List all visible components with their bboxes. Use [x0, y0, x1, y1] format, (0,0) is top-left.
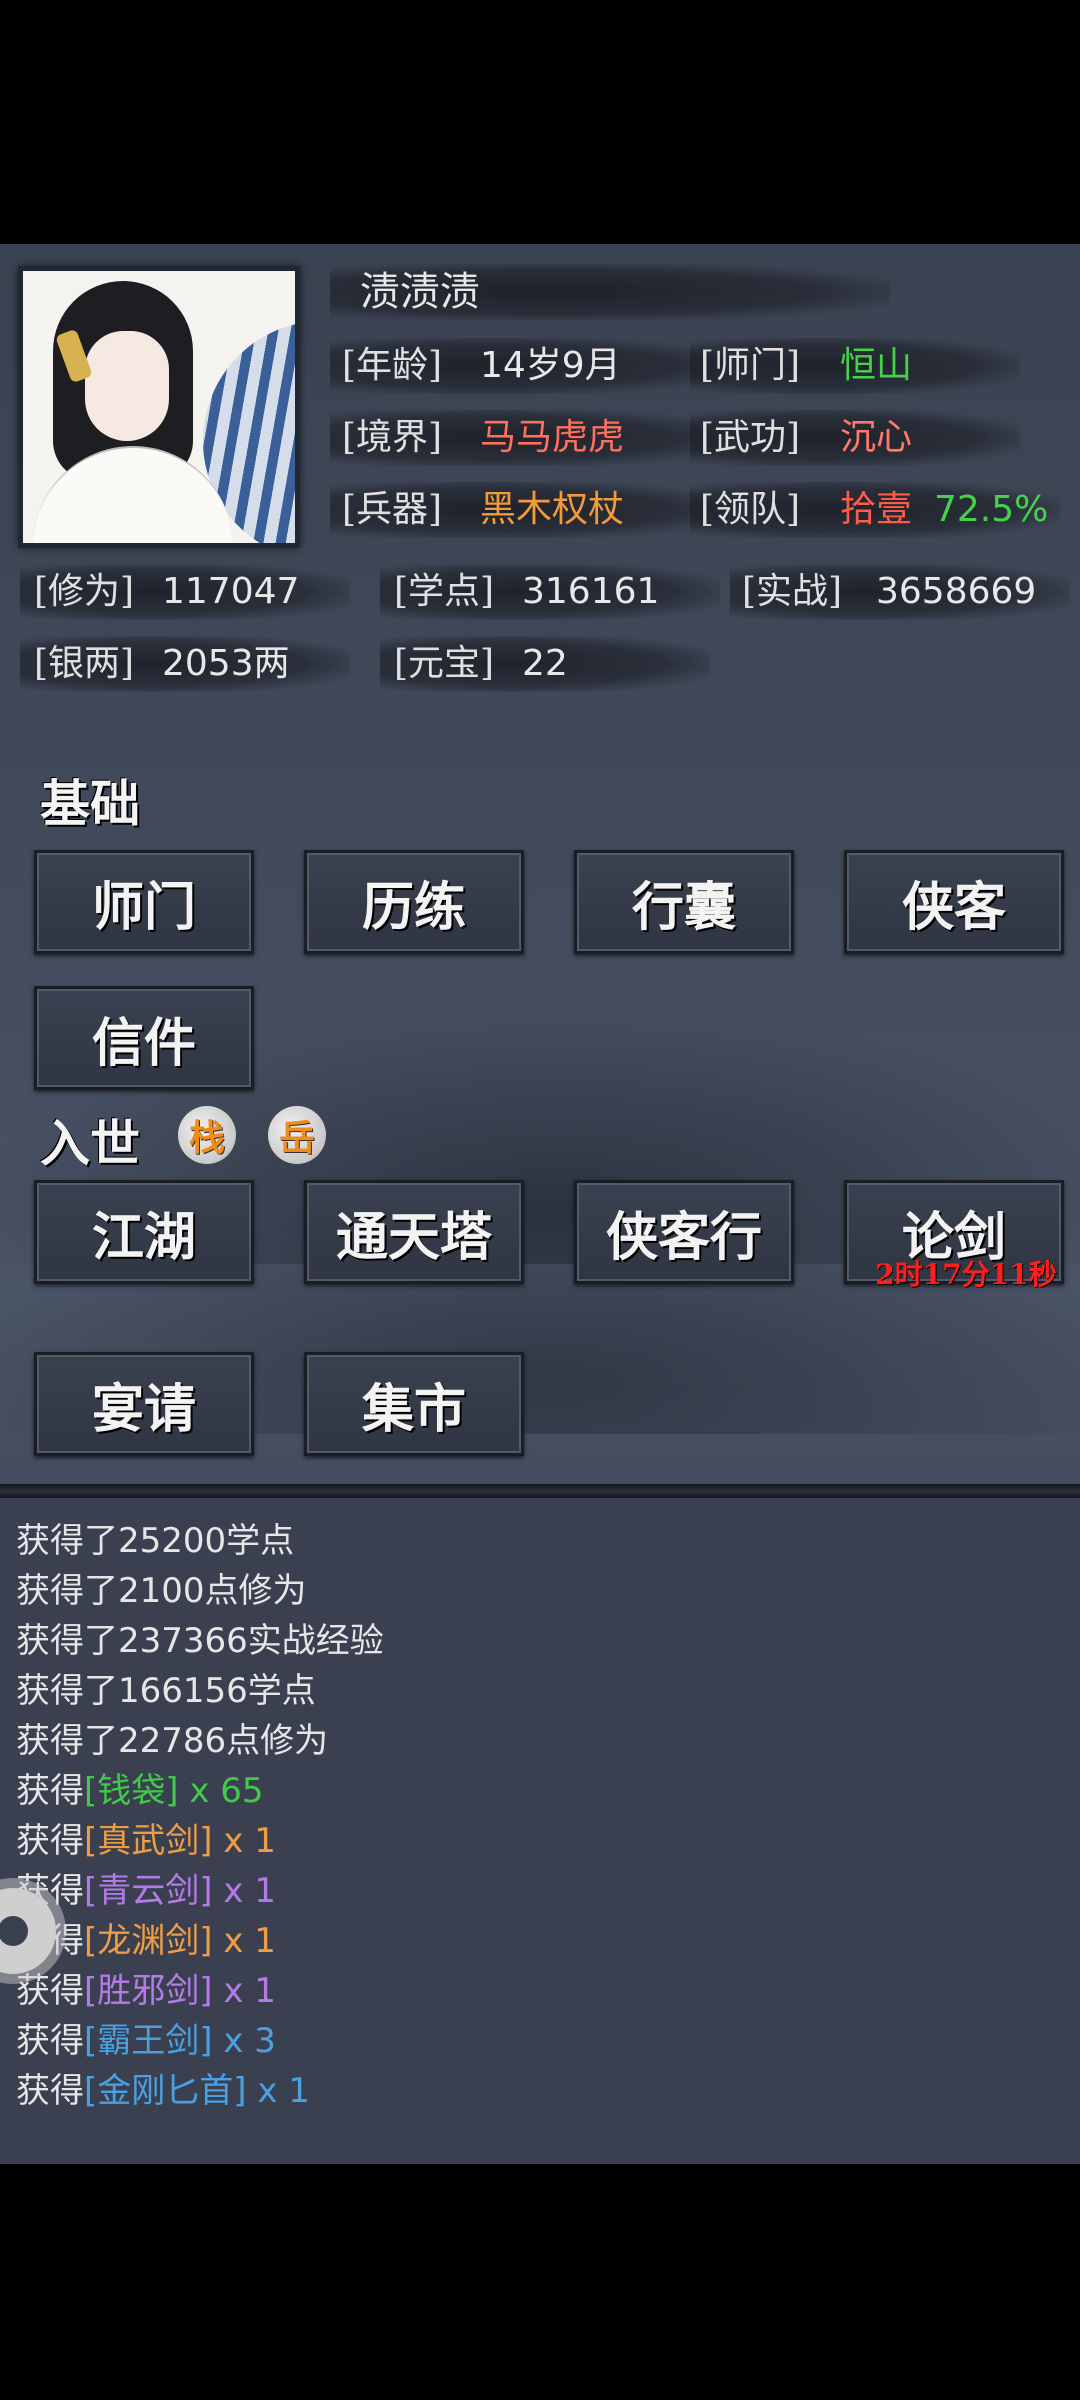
silver-label: [银两] [34, 643, 135, 684]
market-button[interactable]: 集市 [304, 1352, 524, 1456]
log-item-name[interactable]: [青云剑] [84, 1871, 213, 1911]
log-item-count: x 65 [178, 1771, 264, 1811]
log-item-name[interactable]: [真武剑] [84, 1821, 213, 1861]
panel-divider [0, 1484, 1080, 1498]
log-line: 获得[霸王剑] x 3 [16, 2016, 276, 2066]
character-portrait[interactable] [18, 266, 300, 548]
log-line: 获得[真武剑] x 1 [16, 1816, 276, 1866]
yue-badge-icon[interactable]: 岳 [268, 1106, 326, 1164]
log-text: 获得了2100点修为 [16, 1571, 307, 1611]
age-value: 14岁9月 [480, 345, 621, 386]
log-line: 获得[钱袋] x 65 [16, 1766, 264, 1816]
log-text: 获得了166156学点 [16, 1671, 316, 1711]
log-text: 获得了237366实战经验 [16, 1621, 384, 1661]
realm-label: [境界] [342, 417, 443, 458]
log-item-count: x 1 [212, 1971, 276, 2011]
sword-duel-timer: 2时17分11秒 [875, 1258, 1057, 1291]
game-screen: 渍渍渍 [年龄] 14岁9月 [师门] 恒山 [境界] 马马虎虎 [武功] 沉心… [0, 244, 1080, 2164]
banquet-button[interactable]: 宴请 [34, 1352, 254, 1456]
combat-exp-label: [实战] [742, 571, 843, 612]
age-label: [年龄] [342, 345, 443, 386]
inn-badge-icon[interactable]: 栈 [178, 1106, 236, 1164]
ingot-value: 22 [522, 643, 568, 684]
log-item-count: x 1 [246, 2071, 310, 2111]
log-text: 获得 [16, 1771, 84, 1811]
combat-exp-value: 3658669 [876, 571, 1037, 612]
tower-button[interactable]: 通天塔 [304, 1180, 524, 1284]
ingot-label: [元宝] [394, 643, 495, 684]
player-name: 渍渍渍 [360, 269, 480, 315]
study-points-label: [学点] [394, 571, 495, 612]
log-item-count: x 1 [212, 1921, 276, 1961]
section-title-basic: 基础 [40, 774, 140, 833]
reward-log[interactable]: 获得了25200学点 获得了2100点修为获得了237366实战经验 获得了1661… [0, 1498, 1080, 2164]
log-line: 获得了2100点修为 [16, 1566, 307, 1616]
cultivation-value: 117047 [162, 571, 300, 612]
log-line: 获得了25200学点 [16, 1516, 294, 1566]
log-item-name[interactable]: [胜邪剑] [84, 1971, 213, 2011]
leader-value: 拾壹 [840, 489, 913, 530]
log-item-count: x 3 [212, 2021, 276, 2061]
log-line: 获得了22786点修为 [16, 1716, 328, 1766]
log-item-name[interactable]: [霸王剑] [84, 2021, 213, 2061]
log-text: 获得 [16, 2021, 84, 2061]
realm-value: 马马虎虎 [480, 417, 625, 458]
weapon-label: [兵器] [342, 489, 443, 530]
leader-label: [领队] [700, 489, 801, 530]
log-text: 获得了25200学点 [16, 1521, 295, 1561]
study-points-value: 316161 [522, 571, 660, 612]
sword-duel-button[interactable]: 论剑 2时17分11秒 [844, 1180, 1064, 1291]
log-item-name[interactable]: [钱袋] [84, 1771, 179, 1811]
silver-value: 2053两 [162, 643, 290, 684]
log-text: 获得 [16, 1821, 84, 1861]
log-item-name[interactable]: [金刚匕首] [84, 2071, 247, 2111]
log-item-count: x 1 [212, 1821, 276, 1861]
cultivation-label: [修为] [34, 571, 135, 612]
training-button[interactable]: 历练 [304, 850, 524, 954]
martial-label: [武功] [700, 417, 801, 458]
log-line: 获得了166156学点 [16, 1666, 316, 1716]
log-item-name[interactable]: [龙渊剑] [84, 1921, 213, 1961]
log-line: 获得了237366实战经验 [16, 1616, 384, 1666]
sect-button[interactable]: 师门 [34, 850, 254, 954]
sect-value: 恒山 [840, 345, 913, 386]
log-text: 获得 [16, 1971, 84, 2011]
log-text: 获得 [16, 2071, 84, 2111]
log-line: 获得[胜邪剑] x 1 [16, 1966, 276, 2016]
section-title-world: 入世 [40, 1114, 140, 1173]
hero-journey-button[interactable]: 侠客行 [574, 1180, 794, 1284]
log-item-count: x 1 [212, 1871, 276, 1911]
leader-percent: 72.5% [934, 489, 1049, 530]
martial-value: 沉心 [840, 417, 913, 458]
mail-button[interactable]: 信件 [34, 986, 254, 1090]
weapon-value: 黑木权杖 [480, 489, 625, 530]
jianghu-button[interactable]: 江湖 [34, 1180, 254, 1284]
log-line: 获得[金刚匕首] x 1 [16, 2066, 310, 2116]
log-text: 获得了22786点修为 [16, 1721, 329, 1761]
log-line: 获得[青云剑] x 1 [16, 1866, 276, 1916]
sect-label: [师门] [700, 345, 801, 386]
heroes-button[interactable]: 侠客 [844, 850, 1064, 954]
inventory-button[interactable]: 行囊 [574, 850, 794, 954]
